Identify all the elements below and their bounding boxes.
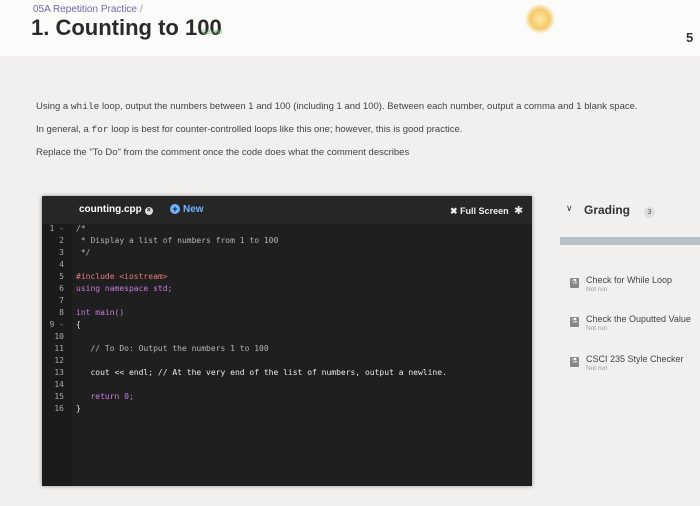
code-line[interactable]: 7 bbox=[42, 296, 532, 306]
check-item[interactable]: ⚗ Check the Ouputted Value Not run bbox=[570, 314, 700, 338]
code-line[interactable]: 8 int main() bbox=[42, 308, 532, 318]
new-file-label: New bbox=[183, 204, 204, 215]
line-number: 3 bbox=[59, 248, 64, 257]
grading-progress-bar bbox=[560, 237, 700, 245]
line-number: 1 - bbox=[49, 224, 64, 233]
breadcrumb[interactable]: 05A Repetition Practice / bbox=[33, 4, 143, 15]
code-line[interactable]: 1 - /* bbox=[42, 224, 532, 234]
code-line[interactable]: 6 using namespace std; bbox=[42, 284, 532, 294]
line-number: 9 - bbox=[49, 320, 64, 329]
line-number: 10 bbox=[54, 332, 64, 341]
check-status: Not run bbox=[586, 325, 608, 332]
instruction-text: loop is best for counter-controlled loop… bbox=[108, 124, 463, 135]
plus-icon: + bbox=[170, 204, 180, 214]
code-line[interactable]: 9 - { bbox=[42, 320, 532, 330]
check-item[interactable]: ⚗ Check for While Loop Not run bbox=[570, 275, 700, 299]
check-status: Not run bbox=[586, 286, 608, 293]
header-bar: 05A Repetition Practice/ 1. Counting to … bbox=[0, 0, 700, 56]
instruction-paragraph-3: Replace the "To Do" from the comment onc… bbox=[36, 147, 410, 158]
page-title: 1. Counting to 100 bbox=[31, 15, 222, 40]
flask-icon: ⚗ bbox=[570, 357, 579, 367]
code-text: cout << endl; // At the very end of the … bbox=[76, 368, 447, 377]
fullscreen-label: Full Screen bbox=[460, 206, 509, 216]
code-line[interactable]: 11 // To Do: Output the numbers 1 to 100 bbox=[42, 344, 532, 354]
code-line[interactable]: 13 cout << endl; // At the very end of t… bbox=[42, 368, 532, 378]
file-tab[interactable]: counting.cpp × bbox=[79, 204, 153, 215]
lamp-glow bbox=[525, 4, 555, 34]
code-line[interactable]: 12 bbox=[42, 356, 532, 366]
line-number: 14 bbox=[54, 380, 64, 389]
line-number: 6 bbox=[59, 284, 64, 293]
line-number: 8 bbox=[59, 308, 64, 317]
instructions: Using a while loop, output the numbers b… bbox=[36, 101, 686, 170]
line-number: 12 bbox=[54, 356, 64, 365]
flask-icon: ⚗ bbox=[570, 317, 579, 327]
code-text: } bbox=[76, 404, 81, 413]
instruction-text: loop, output the numbers between 1 and 1… bbox=[99, 101, 638, 112]
code-text: #include <iostream> bbox=[76, 272, 168, 281]
check-title: CSCI 235 Style Checker bbox=[586, 354, 684, 364]
file-tab-label: counting.cpp bbox=[79, 204, 142, 215]
code-text: // To Do: Output the numbers 1 to 100 bbox=[76, 344, 269, 353]
check-title: Check the Ouputted Value bbox=[586, 314, 691, 324]
code-text: using namespace std; bbox=[76, 284, 173, 293]
line-number: 13 bbox=[54, 368, 64, 377]
code-line[interactable]: 2 * Display a list of numbers from 1 to … bbox=[42, 236, 532, 246]
code-line[interactable]: 5 #include <iostream> bbox=[42, 272, 532, 282]
grading-label: Grading bbox=[584, 203, 631, 217]
code-line[interactable]: 10 bbox=[42, 332, 532, 342]
instruction-paragraph-1: Using a while loop, output the numbers b… bbox=[36, 101, 686, 112]
page-number: 5 bbox=[686, 30, 694, 45]
editor-toolbar: counting.cpp × + New ✖ Full Screen ✱ bbox=[42, 196, 532, 224]
grading-progress-fill bbox=[560, 237, 700, 245]
line-number: 16 bbox=[54, 404, 64, 413]
grading-count-badge: 3 bbox=[644, 207, 655, 218]
code-line[interactable]: 4 bbox=[42, 260, 532, 270]
inline-code: while bbox=[70, 101, 100, 112]
code-text: int main() bbox=[76, 308, 125, 317]
chevron-down-icon: ∨ bbox=[566, 203, 573, 213]
fullscreen-button[interactable]: ✖ Full Screen bbox=[450, 206, 509, 217]
line-number: 11 bbox=[54, 344, 64, 353]
code-line[interactable]: 14 bbox=[42, 380, 532, 390]
line-number: 5 bbox=[59, 272, 64, 281]
line-number: 7 bbox=[59, 296, 64, 305]
flask-icon: ⚗ bbox=[570, 278, 579, 288]
check-title: Check for While Loop bbox=[586, 275, 673, 285]
code-text: */ bbox=[76, 248, 91, 257]
inline-code: for bbox=[91, 124, 109, 135]
code-line[interactable]: 15 return 0; bbox=[42, 392, 532, 402]
line-number: 2 bbox=[59, 236, 64, 245]
breadcrumb-link[interactable]: 05A Repetition Practice bbox=[33, 4, 137, 15]
code-text: return 0; bbox=[76, 392, 134, 401]
check-status: Not run bbox=[586, 365, 608, 372]
code-line[interactable]: 3 */ bbox=[42, 248, 532, 258]
new-file-button[interactable]: + New bbox=[170, 204, 204, 215]
instruction-paragraph-2: In general, a for loop is best for count… bbox=[36, 124, 686, 135]
breadcrumb-separator: / bbox=[139, 4, 143, 15]
line-number: 15 bbox=[54, 392, 64, 401]
close-icon[interactable]: × bbox=[144, 207, 153, 215]
code-editor[interactable]: counting.cpp × + New ✖ Full Screen ✱ 1 - /*… bbox=[42, 196, 532, 486]
code-text: * Display a list of numbers from 1 to 10… bbox=[76, 236, 279, 245]
code-text: { bbox=[76, 320, 81, 329]
code-line[interactable]: 16} bbox=[42, 404, 532, 414]
code-text: /* bbox=[76, 224, 86, 233]
instruction-text: In general, a bbox=[36, 124, 92, 135]
check-item[interactable]: ⚗ CSCI 235 Style Checker Not run bbox=[570, 354, 700, 378]
grading-toggle[interactable]: ∨ Grading 3 bbox=[560, 200, 700, 220]
saved-indicator: Saved bbox=[202, 29, 222, 36]
fullscreen-icon: ✖ bbox=[450, 206, 458, 216]
instruction-text: Using a bbox=[36, 101, 71, 112]
line-number: 4 bbox=[59, 260, 64, 269]
gear-icon[interactable]: ✱ bbox=[514, 204, 523, 217]
